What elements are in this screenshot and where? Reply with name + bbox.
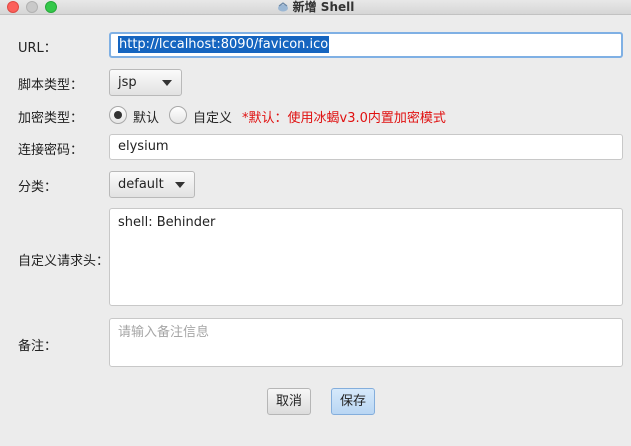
- encryption-type-label: 加密类型：: [18, 111, 84, 126]
- script-type-label: 脚本类型：: [18, 78, 84, 93]
- title-bar: 新增 Shell: [0, 0, 631, 15]
- custom-headers-value: shell: Behinder: [118, 215, 216, 230]
- radio-custom[interactable]: [169, 106, 187, 124]
- radio-default-label[interactable]: 默认: [133, 107, 159, 126]
- save-button[interactable]: 保存: [331, 388, 375, 415]
- category-value: default: [118, 177, 164, 192]
- password-value: elysium: [118, 139, 169, 154]
- url-value: http://lccalhost:8090/favicon.ico: [118, 36, 330, 53]
- remark-textarea[interactable]: 请输入备注信息: [109, 318, 623, 367]
- remark-placeholder: 请输入备注信息: [118, 325, 210, 340]
- radio-custom-label[interactable]: 自定义: [193, 107, 232, 126]
- chevron-down-icon: [175, 182, 185, 188]
- category-label: 分类：: [18, 180, 58, 195]
- window-title: 新增 Shell: [292, 0, 355, 14]
- encryption-note: *默认：使用冰蝎v3.0内置加密模式: [242, 111, 446, 126]
- script-type-select[interactable]: jsp: [109, 69, 182, 96]
- radio-selected-dot: [114, 111, 122, 119]
- password-input[interactable]: elysium: [109, 134, 623, 160]
- custom-headers-textarea[interactable]: shell: Behinder: [109, 208, 623, 306]
- custom-headers-label: 自定义请求头：: [18, 254, 110, 269]
- category-select[interactable]: default: [109, 171, 195, 198]
- password-label: 连接密码：: [18, 143, 84, 158]
- script-type-value: jsp: [118, 75, 137, 90]
- url-label: URL：: [18, 41, 57, 56]
- cancel-button[interactable]: 取消: [267, 388, 311, 415]
- chevron-down-icon: [162, 80, 172, 86]
- radio-default[interactable]: [109, 106, 127, 124]
- url-input[interactable]: http://lccalhost:8090/favicon.ico: [109, 32, 623, 58]
- shell-app-icon: [277, 2, 288, 12]
- remark-label: 备注：: [18, 339, 58, 354]
